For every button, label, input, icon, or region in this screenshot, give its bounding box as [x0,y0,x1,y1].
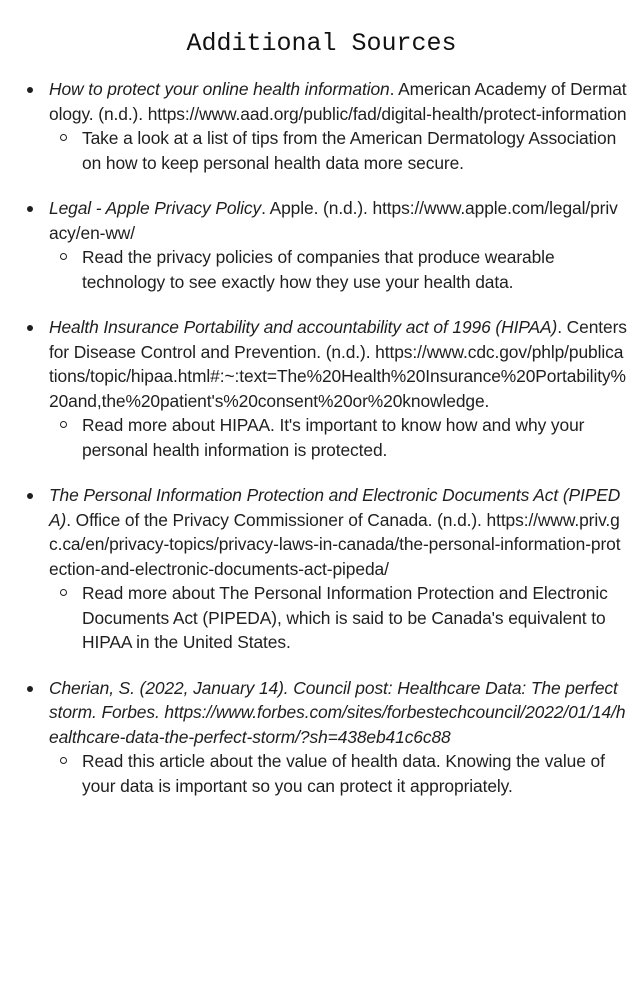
circle-bullet-icon [60,589,67,596]
citation: Health Insurance Portability and account… [49,315,627,413]
bullet-icon [27,685,33,692]
note-list: Read more about The Personal Information… [49,581,627,655]
circle-bullet-icon [60,253,67,260]
note-text: Read more about HIPAA. It's important to… [82,415,585,460]
circle-bullet-icon [60,757,67,764]
citation-title: Cherian, S. (2022, January 14). Council … [49,677,626,747]
page-title: Additional Sources [186,29,457,58]
bullet-icon [27,325,33,331]
note-list: Read this article about the value of hea… [49,749,627,798]
circle-bullet-icon [60,421,67,428]
sources-list: How to protect your online health inform… [0,77,643,819]
source-note: Read the privacy policies of companies t… [49,245,627,294]
source-item-aad: How to protect your online health inform… [0,77,643,175]
source-item-forbes: Cherian, S. (2022, January 14). Council … [0,676,643,799]
bullet-icon [27,87,33,93]
source-note: Take a look at a list of tips from the A… [49,126,627,175]
source-item-apple: Legal - Apple Privacy Policy. Apple. (n.… [0,196,643,294]
citation: How to protect your online health inform… [49,77,627,126]
source-item-hipaa: Health Insurance Portability and account… [0,315,643,462]
note-text: Read the privacy policies of companies t… [82,247,555,292]
source-item-pipeda: The Personal Information Protection and … [0,483,643,655]
citation: The Personal Information Protection and … [49,483,627,581]
note-list: Read the privacy policies of companies t… [49,245,627,294]
note-text: Take a look at a list of tips from the A… [82,128,617,173]
note-text: Read more about The Personal Information… [82,583,608,652]
citation: Legal - Apple Privacy Policy. Apple. (n.… [49,196,627,245]
bullet-icon [27,206,33,212]
bullet-icon [27,493,33,499]
note-list: Read more about HIPAA. It's important to… [49,413,627,462]
source-note: Read this article about the value of hea… [49,749,627,798]
source-note: Read more about The Personal Information… [49,581,627,655]
note-list: Take a look at a list of tips from the A… [49,126,627,175]
citation-title: How to protect your online health inform… [49,79,390,99]
citation: Cherian, S. (2022, January 14). Council … [49,676,627,750]
note-text: Read this article about the value of hea… [82,751,605,796]
source-note: Read more about HIPAA. It's important to… [49,413,627,462]
citation-title: Health Insurance Portability and account… [49,317,558,337]
circle-bullet-icon [60,134,67,141]
citation-title: Legal - Apple Privacy Policy [49,198,262,218]
citation-details: . Office of the Privacy Commissioner of … [49,509,621,579]
